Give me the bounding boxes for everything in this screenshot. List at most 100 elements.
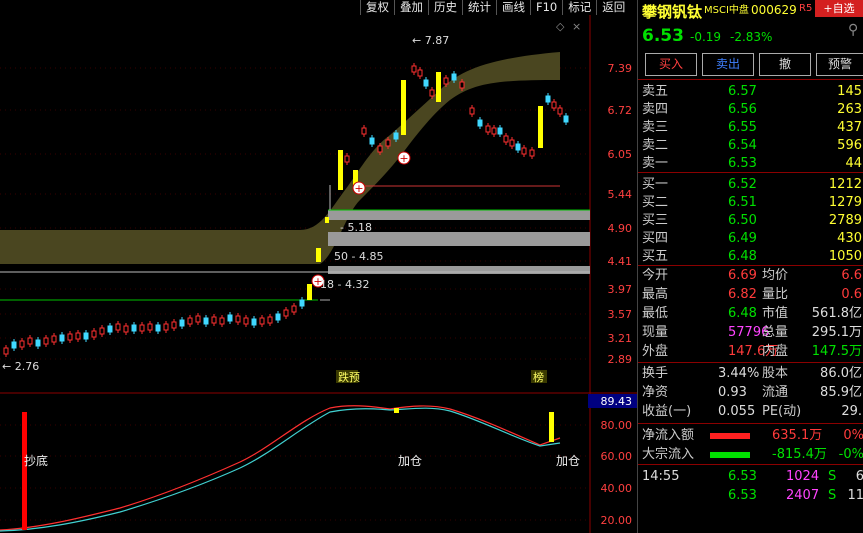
bid-price: 6.48 <box>728 249 757 264</box>
candle-body <box>344 155 350 163</box>
flow-value: -815.4万 <box>772 447 827 462</box>
candle-body <box>443 77 449 85</box>
bid-row[interactable]: 买四 6.49 430 <box>642 229 863 248</box>
ask-price: 6.57 <box>728 84 757 99</box>
svg-text:+: + <box>354 182 363 195</box>
candle-body <box>417 69 423 77</box>
stat-row[interactable]: 最低 6.48 市值 561.8亿 <box>642 304 863 323</box>
tick-row[interactable]: 14:55 6.53 1024 S 6 <box>642 467 863 486</box>
candle-body <box>377 145 383 153</box>
stat-row[interactable]: 今开 6.69 均价 6.6 <box>642 266 863 285</box>
statistics-button[interactable]: 统计 <box>462 0 496 15</box>
svg-text:4.41: 4.41 <box>608 255 633 268</box>
svg-text:40.00: 40.00 <box>601 482 633 495</box>
candle-body <box>27 337 33 345</box>
candle-body <box>267 316 273 324</box>
bid-price: 6.50 <box>728 213 757 228</box>
back-button[interactable]: 返回 <box>596 0 630 15</box>
ask-price: 6.53 <box>728 156 757 171</box>
candle-body <box>43 337 49 345</box>
ask-row[interactable]: 卖三 6.55 437 <box>642 118 863 137</box>
label-add-2: 加仓 <box>556 454 580 468</box>
candle-body <box>529 149 535 157</box>
flow-row[interactable]: 大宗流入 -815.4万 -0% <box>642 445 863 464</box>
candle-body <box>211 316 217 324</box>
ask-label: 卖四 <box>642 102 669 117</box>
bid-price: 6.49 <box>728 231 757 246</box>
ask-row[interactable]: 卖一 6.53 44 <box>642 154 863 173</box>
candle-body <box>393 132 399 140</box>
stat-label: 最低 <box>642 306 669 321</box>
ask-label: 卖五 <box>642 84 669 99</box>
stock-code: 000629 <box>751 3 797 17</box>
stat-row[interactable]: 换手 3.44% 股本 86.0亿 <box>642 364 863 383</box>
buy-button[interactable]: 买入 <box>645 53 697 76</box>
support-band-2 <box>328 232 590 246</box>
sell-button[interactable]: 卖出 <box>702 53 754 76</box>
stat-row[interactable]: 净资 0.93 流通 85.9亿 <box>642 383 863 402</box>
label-bottom: 抄底 <box>24 453 48 468</box>
ask-row[interactable]: 卖二 6.54 596 <box>642 136 863 155</box>
stock-name: 攀钢钒钛 <box>642 3 703 21</box>
high-label: ← 7.87 <box>412 34 449 47</box>
flow-bar <box>710 433 750 439</box>
tick-price: 6.53 <box>728 488 757 503</box>
bid-row[interactable]: 买五 6.48 1050 <box>642 247 863 266</box>
bid-row[interactable]: 买一 6.52 1212 <box>642 175 863 194</box>
candle-body <box>491 127 497 135</box>
link-icon[interactable]: ⚲ <box>848 22 858 38</box>
flow-extra: -0% <box>838 447 863 462</box>
level-518: - 5.18 <box>340 221 372 234</box>
ask-row[interactable]: 卖五 6.57 145 <box>642 82 863 101</box>
overlay-button[interactable]: 叠加 <box>394 0 428 15</box>
label-add-1: 加仓 <box>398 454 422 468</box>
candle-body <box>477 119 483 127</box>
svg-text:89.43: 89.43 <box>601 395 633 408</box>
candle-body <box>411 65 417 73</box>
stat-row[interactable]: 外盘 147.6万 内盘 147.5万 <box>642 342 863 361</box>
indicator-cyan-line <box>0 407 561 532</box>
cancel-order-button[interactable]: 撤 <box>759 53 811 76</box>
candle-body <box>179 319 185 327</box>
stat-label: 内盘 <box>762 344 789 359</box>
bid-volume: 1279 <box>828 195 862 210</box>
svg-text:3.21: 3.21 <box>608 332 633 345</box>
candle-body <box>503 135 509 143</box>
svg-text:5.44: 5.44 <box>608 188 633 201</box>
flow-extra: 0% <box>843 428 863 443</box>
rating-tag: R5 <box>799 3 813 14</box>
candle-body <box>163 323 169 331</box>
bid-label: 买二 <box>642 195 669 210</box>
y-axis: 7.39 6.72 6.05 5.44 4.90 4.41 3.97 3.57 … <box>608 62 633 366</box>
ask-volume: 263 <box>837 102 862 117</box>
f10-button[interactable]: F10 <box>530 0 562 15</box>
stat-label: 最高 <box>642 287 669 302</box>
candle-body <box>551 101 557 109</box>
stat-row[interactable]: 最高 6.82 量比 0.6 <box>642 285 863 304</box>
stat-value: 6.48 <box>728 306 757 321</box>
alert-button[interactable]: 预警 <box>816 53 863 76</box>
tick-volume: 2407 <box>786 488 820 503</box>
add-watchlist-button[interactable]: +自选 <box>815 0 863 17</box>
stat-row[interactable]: 现量 57796 总量 295.1万 <box>642 323 863 342</box>
stat-row[interactable]: 收益(一) 0.055 PE(动) 29. <box>642 402 863 421</box>
bid-volume: 1050 <box>828 249 862 264</box>
flow-row[interactable]: 净流入额 635.1万 0% <box>642 426 863 445</box>
bid-row[interactable]: 买二 6.51 1279 <box>642 193 863 212</box>
toolbar: 复权 叠加 历史 统计 画线 F10 标记 返回 <box>360 0 630 15</box>
kline-chart[interactable]: + + + ← 7.87 ← 2.76 - 5.18 50 - 4.85 18 … <box>0 0 637 533</box>
candle-body <box>563 115 569 123</box>
bid-row[interactable]: 买三 6.50 2789 <box>642 211 863 230</box>
ask-row[interactable]: 卖四 6.56 263 <box>642 100 863 119</box>
mark-button[interactable]: 标记 <box>562 0 596 15</box>
candle-body <box>423 79 429 87</box>
price-change-pct: -2.83% <box>730 30 773 44</box>
draw-line-button[interactable]: 画线 <box>496 0 530 15</box>
stat-value: 29. <box>841 404 862 419</box>
history-button[interactable]: 历史 <box>428 0 462 15</box>
ask-volume: 596 <box>837 138 862 153</box>
candle-body <box>385 139 391 147</box>
restore-rights-button[interactable]: 复权 <box>360 0 394 15</box>
tick-row[interactable]: 6.53 2407 S 11 <box>642 486 863 505</box>
stat-label: 均价 <box>762 268 789 283</box>
